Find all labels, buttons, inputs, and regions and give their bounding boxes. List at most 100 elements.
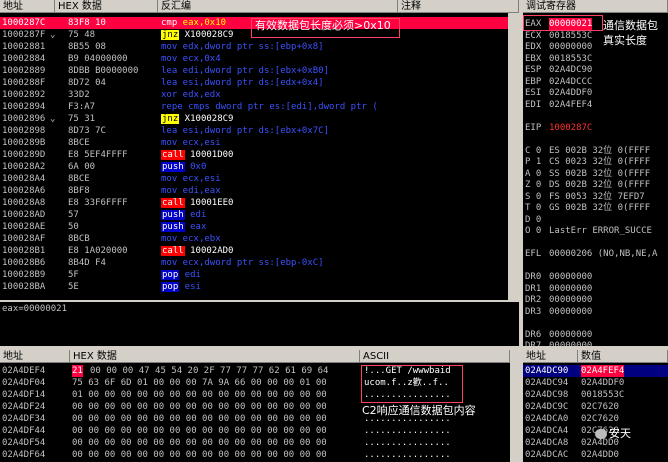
stack-address: 02A4DCA8	[525, 438, 569, 448]
register-name: ESI	[525, 88, 542, 98]
disasm-row[interactable]: 100028AF 8BCB mov ecx,ebx	[0, 233, 508, 245]
disasm-row[interactable]: 100028A8 E8 33F6FFFF call 10001EE0	[0, 197, 508, 209]
disasm-row[interactable]: 10002892 33D2 xor edx,edx	[0, 89, 508, 101]
stack-row[interactable]: 02A4DC90 02A4FEF4	[523, 365, 668, 377]
dump-row[interactable]: 02A4DF44 00 00 00 00 00 00 00 00 00 00 00…	[0, 425, 508, 437]
disasm-instruction: jnz X100028C9	[161, 29, 233, 41]
register-name: ESP	[525, 65, 542, 75]
disasm-mnemonic: push	[161, 222, 185, 232]
stack-value: 02A4DDF0	[581, 378, 625, 388]
disasm-address: 10002894	[2, 102, 46, 112]
register-name: D 0	[525, 214, 542, 225]
disasm-address: 10002881	[2, 42, 46, 52]
disasm-row[interactable]: 10002884 B9 04000000 mov ecx,0x4	[0, 53, 508, 65]
disasm-address: 10002889	[2, 66, 46, 76]
registers-header[interactable]: 调试寄存器	[523, 0, 668, 13]
dump-selected-byte[interactable]: 21	[72, 365, 83, 377]
disasm-instruction: jnz X100028C9	[161, 113, 233, 125]
stack-value: 02A4FEF4	[581, 365, 625, 377]
register-value: 0018553C	[549, 30, 593, 41]
disasm-row[interactable]: 10002896 ⌄ 75 31 jnz X100028C9	[0, 113, 508, 125]
disasm-hex: 5F	[68, 270, 79, 280]
register-name: P 1	[525, 157, 542, 167]
stack-value: 0018553C	[581, 390, 625, 400]
register-name: EDI	[525, 99, 542, 110]
dump-col-hex[interactable]: HEX 数据	[70, 350, 360, 363]
disasm-row[interactable]: 100028A6 8BF8 mov edi,eax	[0, 185, 508, 197]
disasm-row[interactable]: 100028B1 E8 1A020000 call 10002AD0	[0, 245, 508, 257]
dump-row[interactable]: 02A4DF54 00 00 00 00 00 00 00 00 00 00 00…	[0, 437, 508, 449]
disasm-row[interactable]: 100028AE 50 push eax	[0, 221, 508, 233]
stack-pane[interactable]: 地址 数值 02A4DC90 02A4FEF4 02A4DC94 02A4DDF0 02…	[523, 350, 668, 462]
disasm-row[interactable]: 1000289B 8BCE mov ecx,esi	[0, 137, 508, 149]
dump-col-address[interactable]: 地址	[0, 350, 70, 363]
registers-pane[interactable]: 调试寄存器 EAX 00000021 ECX 0018553C EDX 00000000 E…	[523, 0, 668, 346]
disasm-operands: ecx,0x4	[177, 54, 221, 64]
disasm-operands: 10001D00	[184, 150, 234, 160]
disasm-scrollbar[interactable]	[508, 13, 519, 300]
disasm-address: 10002896	[2, 114, 46, 124]
dump-col-ascii[interactable]: ASCII	[360, 350, 510, 363]
disasm-hex: 8B55 08	[68, 42, 106, 52]
watermark-text: 安天	[609, 427, 631, 440]
disasm-mnemonic: mov	[161, 174, 178, 184]
dump-ascii: ................	[364, 450, 451, 460]
disasm-rows: 1000287C 83F8 10 cmp eax,0x10 1000287F ⌄ 75 4…	[0, 17, 519, 300]
register-value: ES 002B 32位 0(FFFF	[549, 145, 651, 156]
dump-row[interactable]: 02A4DF64 00 00 00 00 00 00 00 00 00 00 00…	[0, 449, 508, 461]
disasm-row[interactable]: 1000289D E8 5EF4FFFF call 10001D00	[0, 149, 508, 161]
register-value: SS 002B 32位 0(FFFF	[549, 168, 651, 179]
disasm-hex: 83F8 10	[68, 18, 106, 28]
disasm-address: 10002892	[2, 90, 46, 100]
register-name: DR0	[525, 272, 542, 282]
register-name: C 0	[525, 145, 542, 156]
disasm-hex: 8BCE	[68, 138, 90, 148]
dump-address: 02A4DF54	[2, 438, 46, 448]
disasm-mnemonic: mov	[161, 258, 178, 268]
disasm-row[interactable]: 100028B9 5F pop edi	[0, 269, 508, 281]
disasm-row[interactable]: 100028A2 6A 00 push 0x0	[0, 161, 508, 173]
disasm-address: 100028BA	[2, 282, 46, 292]
stack-row[interactable]: 02A4DC98 0018553C	[523, 389, 668, 401]
info-line: eax=00000021	[2, 304, 68, 314]
disasm-hex: 50	[68, 222, 79, 232]
stack-col-value[interactable]: 数值	[578, 350, 668, 363]
dump-pane[interactable]: 地址 HEX 数据 ASCII 02A4DEF4 21 00 00 00 47 45…	[0, 350, 519, 462]
stack-col-address[interactable]: 地址	[523, 350, 578, 363]
dump-scrollbar[interactable]	[510, 350, 519, 462]
disasm-row[interactable]: 100028A4 8BCE mov ecx,esi	[0, 173, 508, 185]
stack-row[interactable]: 02A4DC94 02A4DDF0	[523, 377, 668, 389]
disasm-hex: 5E	[68, 282, 79, 292]
register-value: 02A4DC90	[549, 65, 593, 75]
disasm-mnemonic: pop	[161, 270, 180, 280]
disasm-row[interactable]: 100028BA 5E pop esi	[0, 281, 508, 293]
stack-row[interactable]: 02A4DCAC 02A4DD0	[523, 449, 668, 461]
disasm-instruction: lea edi,dword ptr ds:[ebx+0xB0]	[161, 65, 329, 77]
disasm-row[interactable]: 10002894 F3:A7 repe cmps dword ptr es:[edi…	[0, 101, 508, 113]
register-value: 00000000	[549, 329, 593, 340]
disasm-row[interactable]: 10002889 8DBB B0000000 lea edi,dword ptr d…	[0, 65, 508, 77]
disasm-address: 1000289D	[2, 150, 46, 160]
disasm-operands: ecx,dword ptr ss:[ebp-0xC]	[177, 258, 324, 268]
stack-row[interactable]: 02A4DCA0 02C7620	[523, 413, 668, 425]
disasm-operands: eax	[184, 222, 207, 232]
register-value: 00000206 (NO,NB,NE,A	[549, 249, 658, 259]
disasm-row[interactable]: 100028AD 57 push edi	[0, 209, 508, 221]
disasm-mnemonic: lea	[161, 66, 178, 76]
disassembly-pane[interactable]: 地址 HEX 数据 反汇编 注释 1000287C 83F8 10 cmp eax,…	[0, 0, 519, 300]
register-value: 00000000	[549, 42, 593, 52]
disasm-row[interactable]: 1000288F 8D72 04 lea esi,dword ptr ds:[edx…	[0, 77, 508, 89]
disasm-instruction: push eax	[161, 221, 206, 233]
disasm-hex: B9 04000000	[68, 54, 128, 64]
disasm-row[interactable]: 100028B6 8B4D F4 mov ecx,dword ptr ss:[ebp…	[0, 257, 508, 269]
disasm-col-asm[interactable]: 反汇编	[158, 0, 398, 13]
disasm-col-hex[interactable]: HEX 数据	[55, 0, 158, 13]
disasm-row[interactable]: 10002898 8D73 7C lea esi,dword ptr ds:[ebx…	[0, 125, 508, 137]
stack-row[interactable]: 02A4DC9C 02C7620	[523, 401, 668, 413]
disasm-col-address[interactable]: 地址	[0, 0, 55, 13]
dump-hex: 00 00 00 00 00 00 00 00 00 00 00 00 00 0…	[72, 450, 327, 460]
disasm-row[interactable]: 10002881 8B55 08 mov edx,dword ptr ss:[ebp…	[0, 41, 508, 53]
disasm-mnemonic: lea	[161, 78, 178, 88]
disasm-col-comment[interactable]: 注释	[398, 0, 519, 13]
disasm-operands: esi,dword ptr ds:[ebx+0x7C]	[177, 126, 329, 136]
